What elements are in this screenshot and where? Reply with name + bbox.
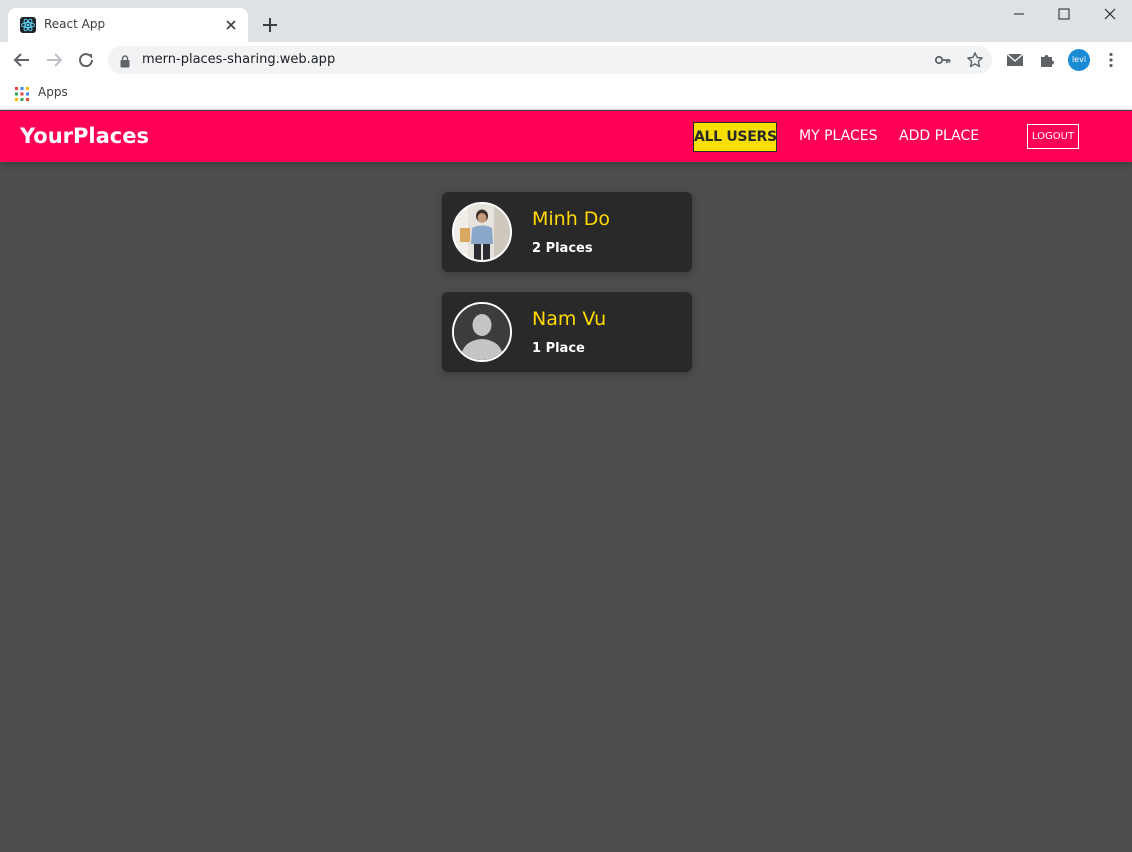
star-icon[interactable] bbox=[966, 51, 984, 69]
logout-button[interactable]: LOGOUT bbox=[1027, 124, 1079, 149]
browser-toolbar: mern-places-sharing.web.app levi bbox=[0, 42, 1132, 78]
reload-icon[interactable] bbox=[74, 48, 98, 72]
user-card-nam-vu[interactable]: Nam Vu 1 Place bbox=[442, 292, 692, 372]
react-favicon-icon bbox=[20, 17, 36, 33]
user-place-count: 2 Places bbox=[532, 241, 593, 256]
apps-bookmark[interactable]: Apps bbox=[38, 85, 68, 99]
maximize-icon[interactable] bbox=[1041, 0, 1087, 30]
window-close-icon[interactable] bbox=[1087, 0, 1132, 30]
profile-avatar[interactable]: levi bbox=[1068, 49, 1090, 71]
apps-grid-icon[interactable] bbox=[15, 86, 29, 101]
mail-icon[interactable] bbox=[1005, 50, 1025, 70]
nav-all-users[interactable]: ALL USERS bbox=[693, 122, 777, 152]
url-text[interactable]: mern-places-sharing.web.app bbox=[142, 52, 335, 67]
kebab-menu-icon[interactable] bbox=[1101, 50, 1121, 70]
nav-add-place[interactable]: ADD PLACE bbox=[899, 128, 979, 144]
user-name: Minh Do bbox=[532, 208, 611, 230]
lock-icon[interactable] bbox=[120, 53, 130, 72]
browser-tab[interactable]: React App bbox=[8, 8, 248, 42]
puzzle-icon[interactable] bbox=[1037, 50, 1057, 70]
user-place-count: 1 Place bbox=[532, 341, 585, 356]
forward-arrow-icon[interactable] bbox=[42, 48, 66, 72]
tab-title: React App bbox=[44, 17, 106, 31]
brand-logo[interactable]: YourPlaces bbox=[20, 124, 149, 148]
user-card-minh-do[interactable]: Minh Do 2 Places bbox=[442, 192, 692, 272]
plus-icon[interactable] bbox=[258, 13, 282, 37]
minimize-icon[interactable] bbox=[996, 0, 1042, 30]
address-bar[interactable]: mern-places-sharing.web.app bbox=[108, 46, 992, 74]
avatar bbox=[452, 202, 512, 262]
back-arrow-icon[interactable] bbox=[10, 48, 34, 72]
browser-tab-strip: React App bbox=[0, 0, 1132, 42]
main-header: YourPlaces ALL USERS MY PLACES ADD PLACE… bbox=[0, 111, 1132, 162]
bookmarks-bar: Apps bbox=[0, 78, 1132, 110]
close-icon[interactable] bbox=[222, 16, 240, 34]
user-name: Nam Vu bbox=[532, 308, 607, 330]
person-silhouette-icon bbox=[452, 302, 512, 362]
nav-my-places[interactable]: MY PLACES bbox=[799, 128, 877, 144]
key-icon[interactable] bbox=[934, 51, 952, 69]
